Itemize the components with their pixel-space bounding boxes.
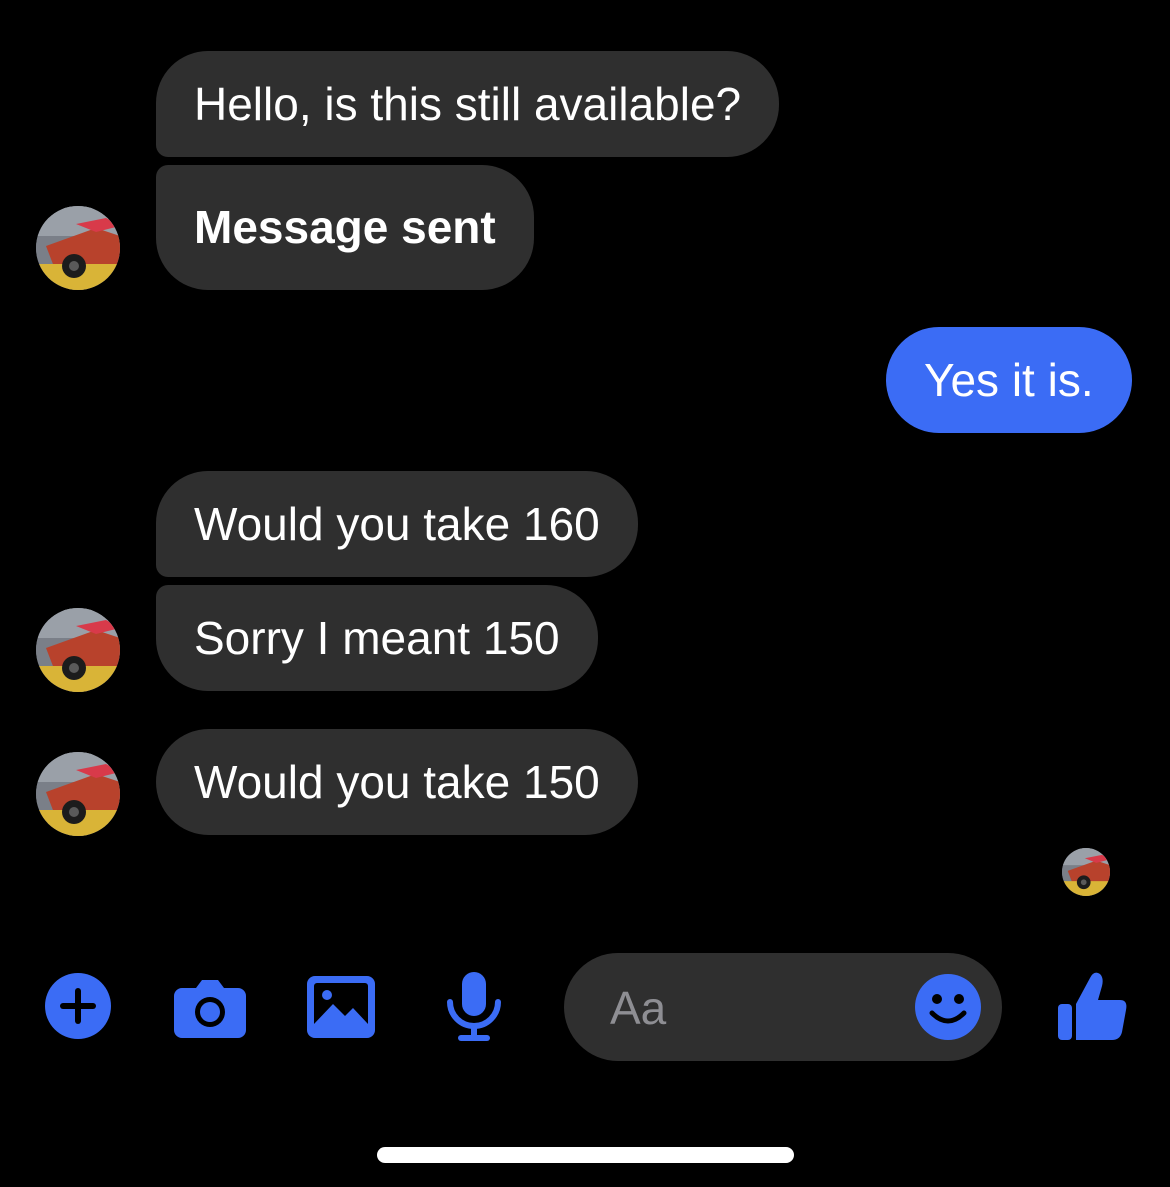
- emoji-icon[interactable]: [914, 973, 982, 1041]
- contact-avatar[interactable]: [36, 752, 120, 836]
- message-composer[interactable]: [564, 953, 1002, 1061]
- contact-avatar[interactable]: [36, 206, 120, 290]
- message-bubble-incoming[interactable]: Hello, is this still available?: [156, 51, 780, 157]
- message-bubble-incoming[interactable]: Message sent: [156, 165, 534, 290]
- read-receipt-avatar: [1062, 848, 1110, 896]
- message-bubble-incoming[interactable]: Would you take 150: [156, 729, 638, 835]
- message-bubble-incoming[interactable]: Would you take 160: [156, 471, 638, 577]
- image-icon[interactable]: [307, 976, 375, 1038]
- home-indicator[interactable]: [377, 1147, 794, 1163]
- contact-avatar[interactable]: [36, 608, 120, 692]
- message-bubble-outgoing[interactable]: Yes it is.: [886, 327, 1132, 433]
- message-input[interactable]: [608, 977, 902, 1039]
- message-bubble-incoming[interactable]: Sorry I meant 150: [156, 585, 598, 691]
- avatar-photo: [36, 608, 120, 692]
- thumbs-up-icon[interactable]: [1058, 970, 1128, 1042]
- avatar-photo: [36, 206, 120, 290]
- camera-icon[interactable]: [174, 978, 246, 1038]
- avatar-photo: [36, 752, 120, 836]
- microphone-icon[interactable]: [446, 972, 502, 1042]
- avatar-photo: [1062, 848, 1110, 896]
- plus-icon[interactable]: [45, 973, 111, 1039]
